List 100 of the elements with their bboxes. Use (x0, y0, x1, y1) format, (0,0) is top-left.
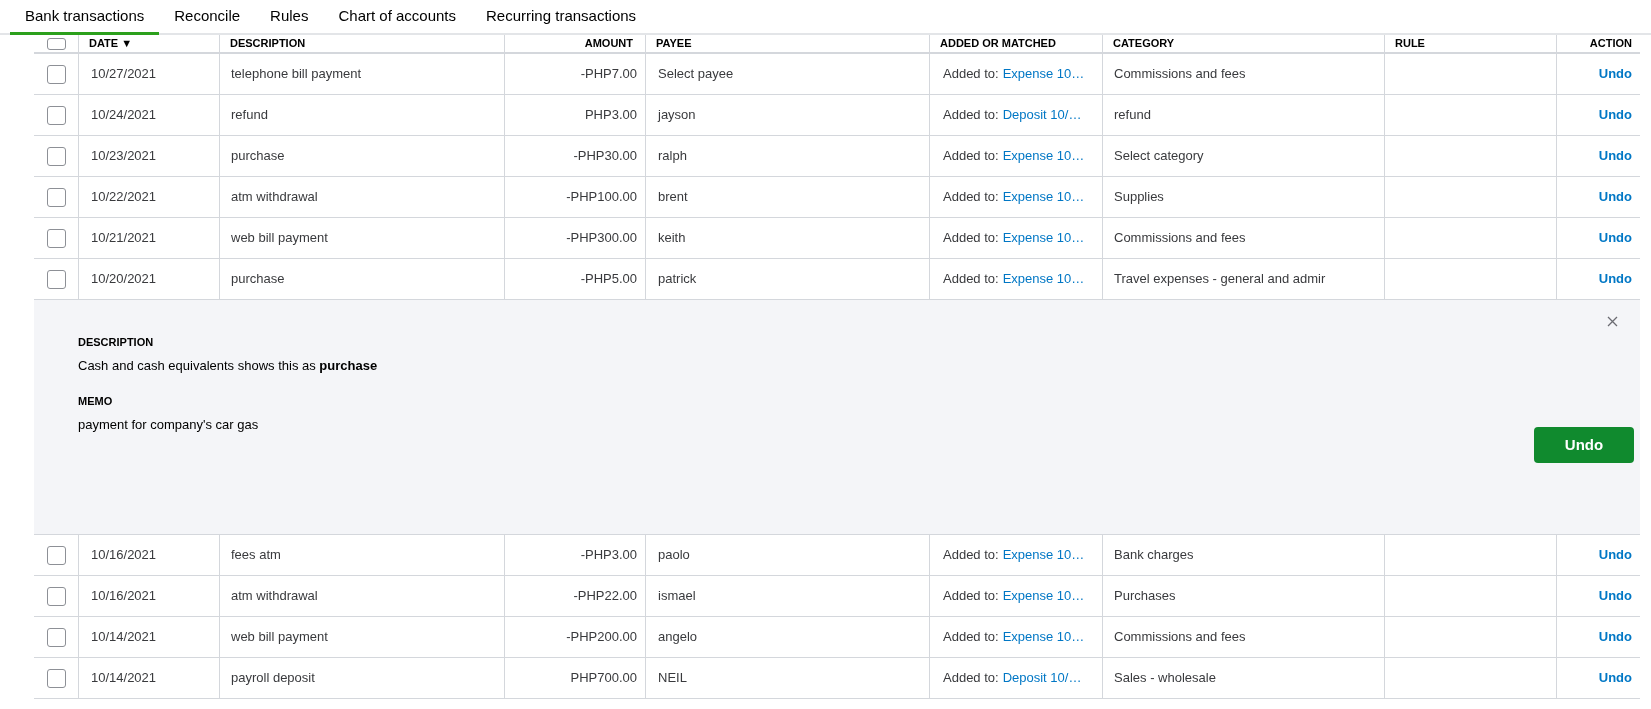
amount-cell-text: -PHP200.00 (566, 628, 637, 647)
category-cell-text: Sales - wholesale (1114, 669, 1216, 688)
column-header: ADDED OR MATCHED (940, 38, 1056, 49)
checkbox[interactable] (46, 586, 66, 606)
transaction-link[interactable]: Deposit 10/… (1002, 668, 1082, 688)
date-cell-text: 10/24/2021 (91, 106, 157, 125)
column-header: DESCRIPTION (230, 38, 306, 49)
undo-link[interactable]: Undo (1598, 187, 1632, 207)
payee-cell-text: ralph (658, 147, 687, 166)
transaction-link[interactable]: Expense 10… (1002, 228, 1085, 248)
category-cell-text: Bank charges (1114, 546, 1194, 565)
amount-cell-text: -PHP100.00 (566, 188, 637, 207)
undo-link[interactable]: Undo (1598, 545, 1632, 565)
payee-cell-text: paolo (658, 546, 690, 565)
added-label: Added to: (943, 106, 999, 125)
added-label: Added to: (943, 270, 999, 289)
added-label: Added to: (943, 669, 999, 688)
tab[interactable]: Bank transactions (10, 0, 160, 35)
transaction-link[interactable]: Expense 10… (1002, 64, 1085, 84)
column-header: RULE (1395, 38, 1425, 49)
added-label: Added to: (943, 65, 999, 84)
undo-link[interactable]: Undo (1598, 64, 1632, 84)
category-cell-text: Commissions and fees (1114, 628, 1246, 647)
tab[interactable]: Recurring transactions (471, 0, 652, 35)
amount-cell-text: -PHP22.00 (573, 587, 637, 606)
payee-cell-text: NEIL (658, 669, 687, 688)
checkbox[interactable] (46, 187, 66, 207)
amount-cell-text: PHP700.00 (570, 669, 637, 688)
transaction-link[interactable]: Expense 10… (1002, 187, 1085, 207)
amount-cell-text: -PHP300.00 (566, 229, 637, 248)
description-cell-text: web bill payment (231, 229, 328, 248)
undo-link[interactable]: Undo (1598, 228, 1632, 248)
column-header: ACTION (1589, 38, 1632, 49)
transaction-link[interactable]: Expense 10… (1002, 545, 1085, 565)
payee-cell-text: Select payee (658, 65, 734, 84)
description-cell-text: purchase (231, 270, 285, 289)
added-label: Added to: (943, 229, 999, 248)
transaction-link[interactable]: Expense 10… (1002, 627, 1085, 647)
payee-cell-text: angelo (658, 628, 698, 647)
amount-cell-text: -PHP3.00 (580, 546, 637, 565)
undo-button[interactable]: Undo (1534, 427, 1634, 463)
checkbox[interactable] (46, 228, 66, 248)
amount-cell-text: -PHP30.00 (573, 147, 637, 166)
date-cell-text: 10/14/2021 (91, 628, 157, 647)
undo-link[interactable]: Undo (1598, 586, 1632, 606)
undo-link[interactable]: Undo (1598, 668, 1632, 688)
checkbox[interactable] (46, 37, 66, 50)
undo-link[interactable]: Undo (1598, 269, 1632, 289)
undo-link[interactable]: Undo (1598, 105, 1632, 125)
close-icon[interactable] (1607, 316, 1618, 327)
description-cell-text: fees atm (231, 546, 281, 565)
transaction-link[interactable]: Deposit 10/… (1002, 105, 1082, 125)
checkbox[interactable] (46, 269, 66, 289)
date-cell-text: 10/16/2021 (91, 546, 157, 565)
date-cell-text: 10/20/2021 (91, 270, 157, 289)
detail-heading: MEMO (78, 394, 114, 409)
transaction-link[interactable]: Expense 10… (1002, 586, 1085, 606)
category-cell-text: Supplies (1114, 188, 1164, 207)
transaction-link[interactable]: Expense 10… (1002, 269, 1085, 289)
checkbox[interactable] (46, 545, 66, 565)
description-cell-text: purchase (231, 147, 285, 166)
date-cell-text: 10/16/2021 (91, 587, 157, 606)
column-header: CATEGORY (1113, 38, 1175, 49)
description-cell-text: atm withdrawal (231, 188, 318, 207)
tab[interactable]: Rules (255, 0, 324, 35)
date-cell-text: 10/14/2021 (91, 669, 157, 688)
category-cell-text: Commissions and fees (1114, 229, 1246, 248)
added-label: Added to: (943, 546, 999, 565)
transaction-link[interactable]: Expense 10… (1002, 146, 1085, 166)
date-cell-text: 10/22/2021 (91, 188, 157, 207)
checkbox[interactable] (46, 668, 66, 688)
payee-cell-text: patrick (658, 270, 697, 289)
tab[interactable]: Chart of accounts (323, 0, 472, 35)
category-cell-text: Purchases (1114, 587, 1176, 606)
date-cell-text: 10/21/2021 (91, 229, 157, 248)
amount-cell-text: -PHP7.00 (580, 65, 637, 84)
tab[interactable]: Reconcile (159, 0, 256, 35)
amount-cell-text: PHP3.00 (584, 106, 637, 125)
detail-heading: DESCRIPTION (78, 335, 155, 350)
checkbox[interactable] (46, 627, 66, 647)
description-cell-text: telephone bill payment (231, 65, 362, 84)
column-header: PAYEE (656, 38, 692, 49)
description-cell-text: payroll deposit (231, 669, 315, 688)
checkbox[interactable] (46, 64, 66, 84)
category-cell-text: Travel expenses - general and admir (1114, 270, 1326, 289)
column-header[interactable]: DATE ▼ (89, 38, 133, 49)
payee-cell-text: ismael (658, 587, 696, 606)
undo-link[interactable]: Undo (1598, 627, 1632, 647)
payee-cell-text: jayson (658, 106, 696, 125)
payee-cell-text: brent (658, 188, 688, 207)
added-label: Added to: (943, 147, 999, 166)
checkbox[interactable] (46, 105, 66, 125)
undo-link[interactable]: Undo (1598, 146, 1632, 166)
category-cell-text: Select category (1114, 147, 1204, 166)
detail-text: Cash and cash equivalents shows this as purchase (78, 356, 378, 375)
category-cell-text: refund (1114, 106, 1151, 125)
added-label: Added to: (943, 587, 999, 606)
checkbox[interactable] (46, 146, 66, 166)
column-header: AMOUNT (584, 38, 633, 49)
date-cell-text: 10/27/2021 (91, 65, 157, 84)
